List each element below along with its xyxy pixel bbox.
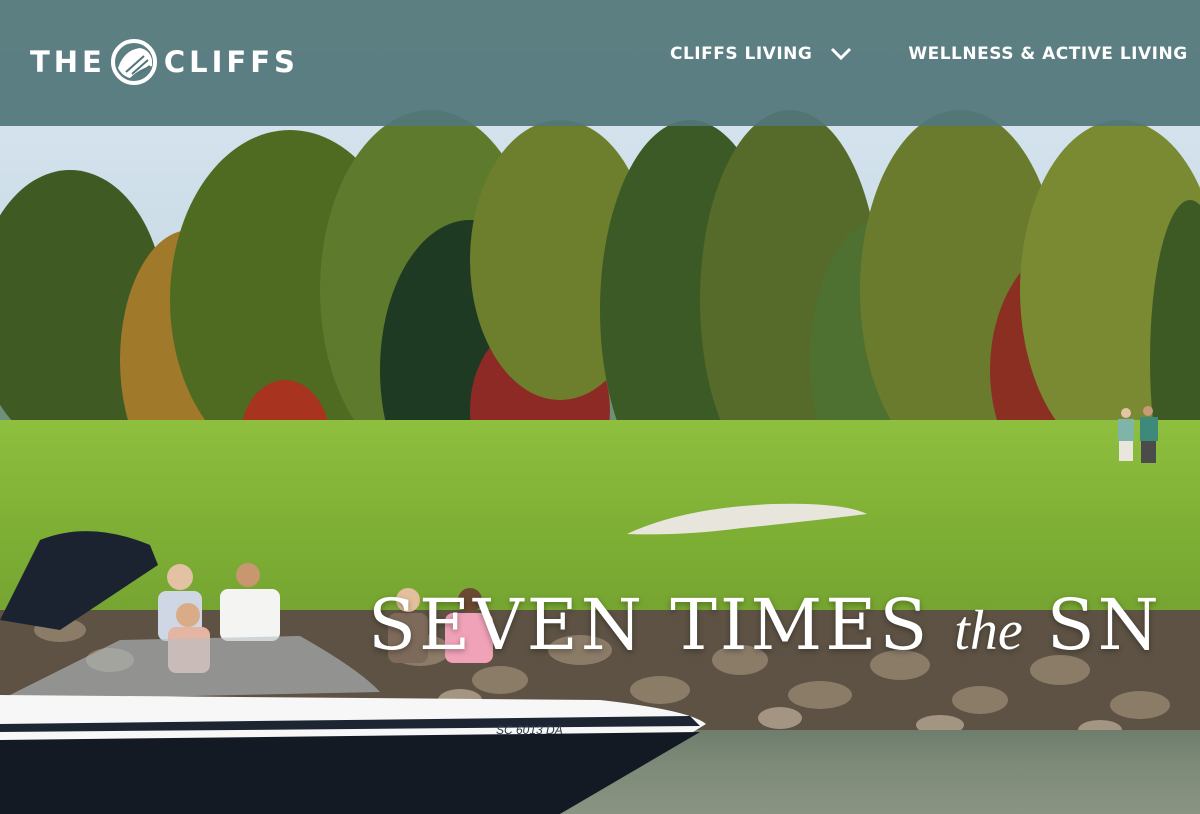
hero-headline: SEVEN TIMES the SN <box>368 580 1200 670</box>
nav-wellness-active-living[interactable]: WELLNESS & ACTIVE LIVING <box>908 44 1200 64</box>
main-nav: CLIFFS LIVING WELLNESS & ACTIVE LIVING <box>670 44 1200 64</box>
headline-italic-word: the <box>954 600 1023 662</box>
nav-label: WELLNESS & ACTIVE LIVING <box>908 44 1188 64</box>
logo-text-the: THE <box>30 45 106 79</box>
nav-label: CLIFFS LIVING <box>670 44 813 64</box>
nav-cliffs-living[interactable]: CLIFFS LIVING <box>670 44 852 64</box>
cliffs-emblem-icon <box>110 39 157 85</box>
boat-registration-text: SC 6013 DA <box>496 723 563 737</box>
chevron-down-icon <box>831 47 852 61</box>
golfers-image <box>1118 406 1158 463</box>
site-logo[interactable]: THE CLIFFS <box>30 36 299 88</box>
headline-part-1: SEVEN TIMES <box>368 584 931 666</box>
logo-text-cliffs: CLIFFS <box>163 45 299 79</box>
site-header: THE CLIFFS CLIFFS LIVING WELLNESS & ACTI… <box>0 0 1200 126</box>
headline-part-2: SN <box>1046 584 1162 666</box>
